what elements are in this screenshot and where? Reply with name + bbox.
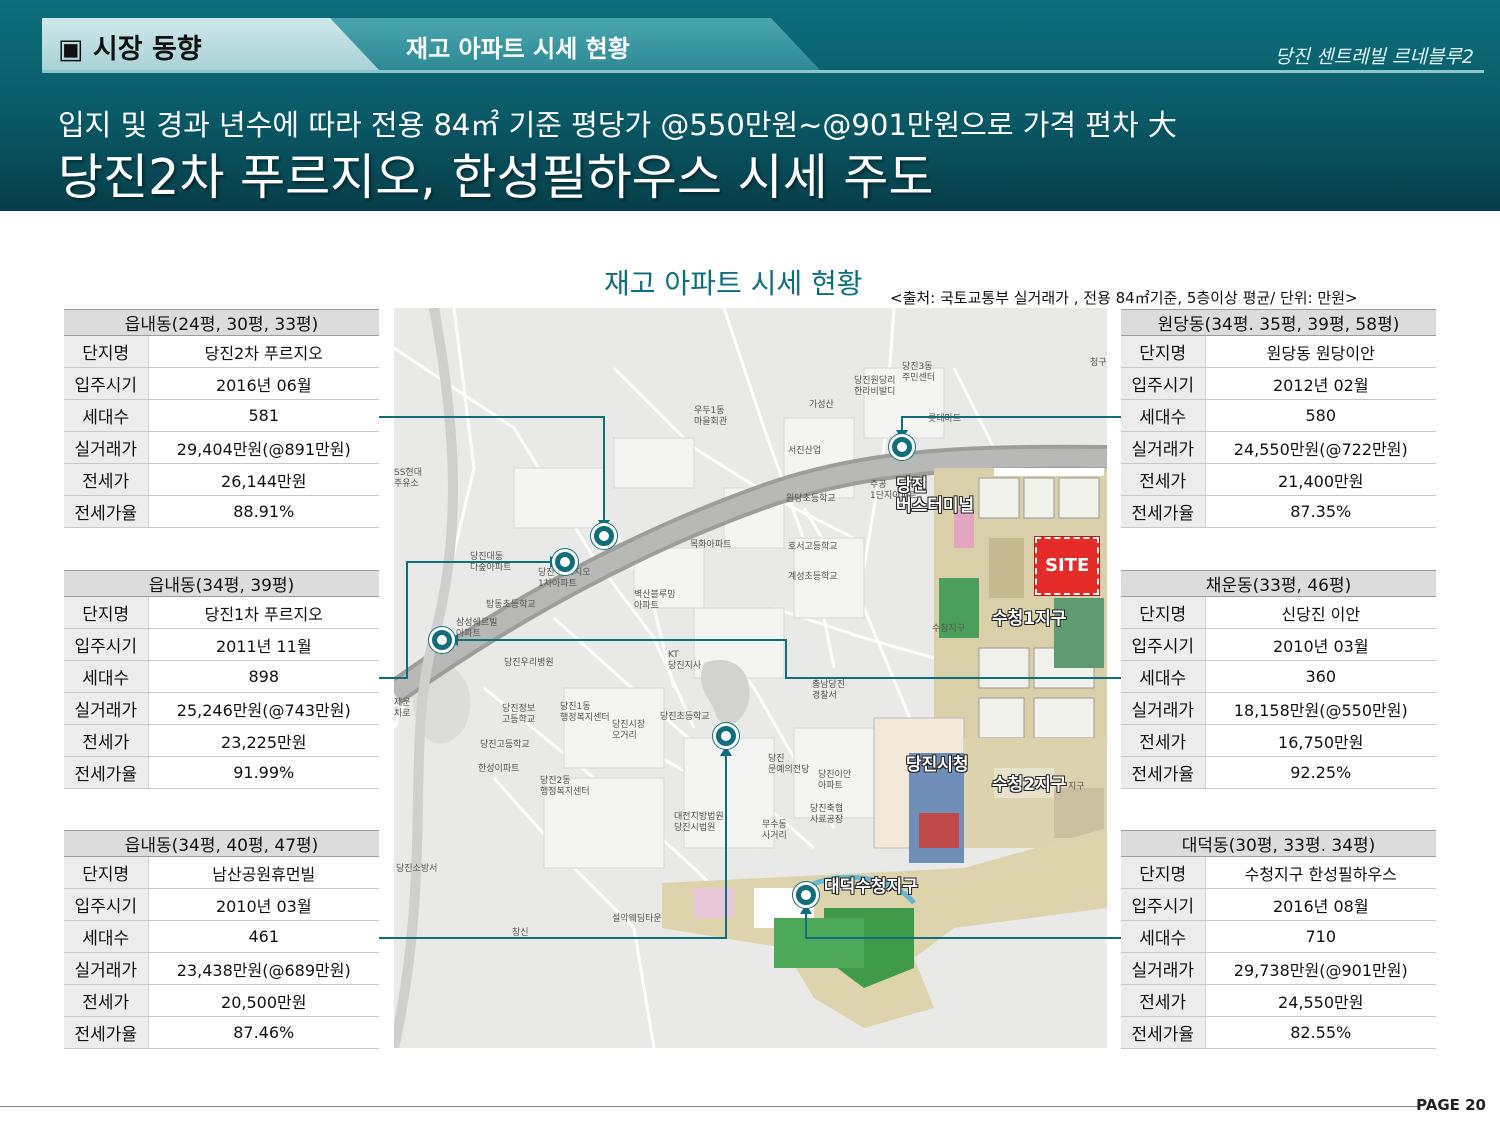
map-pin-wondang-ian[interactable]	[889, 434, 915, 460]
connector-lines	[379, 416, 1121, 939]
map-pin-namsan-humanville[interactable]	[713, 723, 739, 749]
map-pin-dangjin1-prugio[interactable]	[552, 549, 578, 575]
map-pin-hansung-pilhouse[interactable]	[793, 882, 819, 908]
footer-divider	[0, 1106, 1420, 1107]
map-pin-chaeun-ian[interactable]	[429, 627, 455, 653]
page-number: PAGE 20	[1416, 1096, 1486, 1114]
map-pin-dangjin2-prugio[interactable]	[591, 523, 617, 549]
